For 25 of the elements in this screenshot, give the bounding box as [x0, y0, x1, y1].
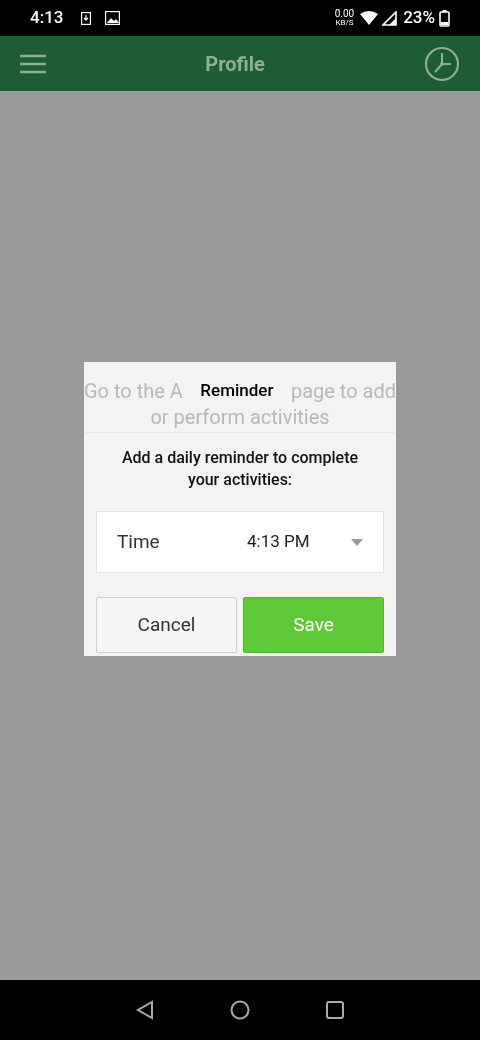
clock-icon[interactable] — [424, 45, 460, 82]
time-field[interactable]: Time 4:13 PM — [96, 511, 384, 573]
recents-icon[interactable] — [326, 1001, 344, 1019]
network-speed: 0.00 — [334, 9, 355, 19]
menu-icon[interactable] — [20, 53, 46, 74]
battery-percentage: 23% — [403, 6, 435, 30]
back-icon[interactable] — [136, 1000, 154, 1020]
status-time: 4:13 — [30, 6, 64, 30]
faded-text: Go to the A — [84, 378, 183, 405]
dropdown-arrow-icon — [351, 538, 363, 546]
image-icon — [105, 11, 121, 25]
dialog-title: Reminder — [200, 379, 274, 403]
battery-icon — [439, 9, 450, 27]
network-speed-unit: KB/S — [335, 19, 354, 27]
dialog-message: Add a daily reminder to complete your activities: — [120, 447, 360, 491]
time-value: 4:13 PM — [247, 530, 311, 554]
faded-text: or perform activities — [150, 404, 330, 430]
time-label: Time — [117, 528, 161, 555]
app-bar-title: Profile — [204, 50, 266, 78]
signal-icon — [382, 10, 398, 26]
wifi-icon — [360, 11, 379, 25]
faded-text: page to add — [290, 378, 396, 405]
home-icon[interactable] — [230, 1000, 250, 1020]
cancel-button[interactable]: Cancel — [96, 597, 237, 653]
download-icon — [81, 11, 92, 25]
